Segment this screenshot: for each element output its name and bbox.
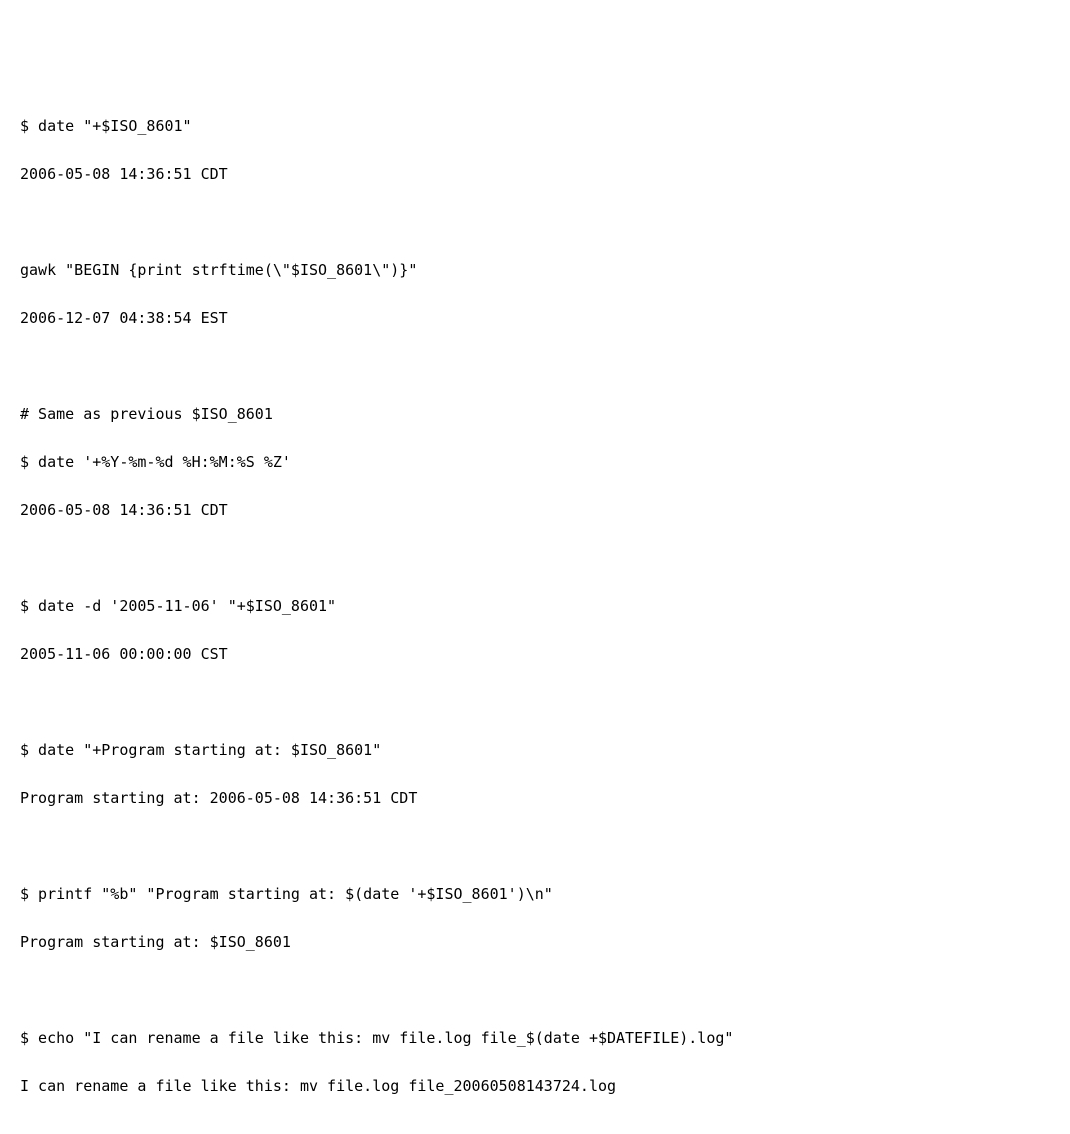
terminal-line: 2006-12-07 04:38:54 EST	[20, 306, 1050, 330]
terminal-line: $ date -d '2005-11-06' "+$ISO_8601"	[20, 594, 1050, 618]
terminal-line	[20, 834, 1050, 858]
terminal-line: $ date "+$ISO_8601"	[20, 114, 1050, 138]
terminal-line: 2005-11-06 00:00:00 CST	[20, 642, 1050, 666]
terminal-line	[20, 690, 1050, 714]
terminal-line	[20, 546, 1050, 570]
terminal-line: Program starting at: 2006-05-08 14:36:51…	[20, 786, 1050, 810]
terminal-line: 2006-05-08 14:36:51 CDT	[20, 162, 1050, 186]
terminal-line: $ printf "%b" "Program starting at: $(da…	[20, 882, 1050, 906]
terminal-line: # Same as previous $ISO_8601	[20, 402, 1050, 426]
terminal-line	[20, 210, 1050, 234]
terminal-line: 2006-05-08 14:36:51 CDT	[20, 498, 1050, 522]
terminal-line: gawk "BEGIN {print strftime(\"$ISO_8601\…	[20, 258, 1050, 282]
terminal-line	[20, 978, 1050, 1002]
terminal-line: $ date "+Program starting at: $ISO_8601"	[20, 738, 1050, 762]
terminal-line	[20, 354, 1050, 378]
terminal-line: $ echo "I can rename a file like this: m…	[20, 1026, 1050, 1050]
terminal-line: Program starting at: $ISO_8601	[20, 930, 1050, 954]
terminal-line: $ date '+%Y-%m-%d %H:%M:%S %Z'	[20, 450, 1050, 474]
terminal-line: I can rename a file like this: mv file.l…	[20, 1074, 1050, 1098]
